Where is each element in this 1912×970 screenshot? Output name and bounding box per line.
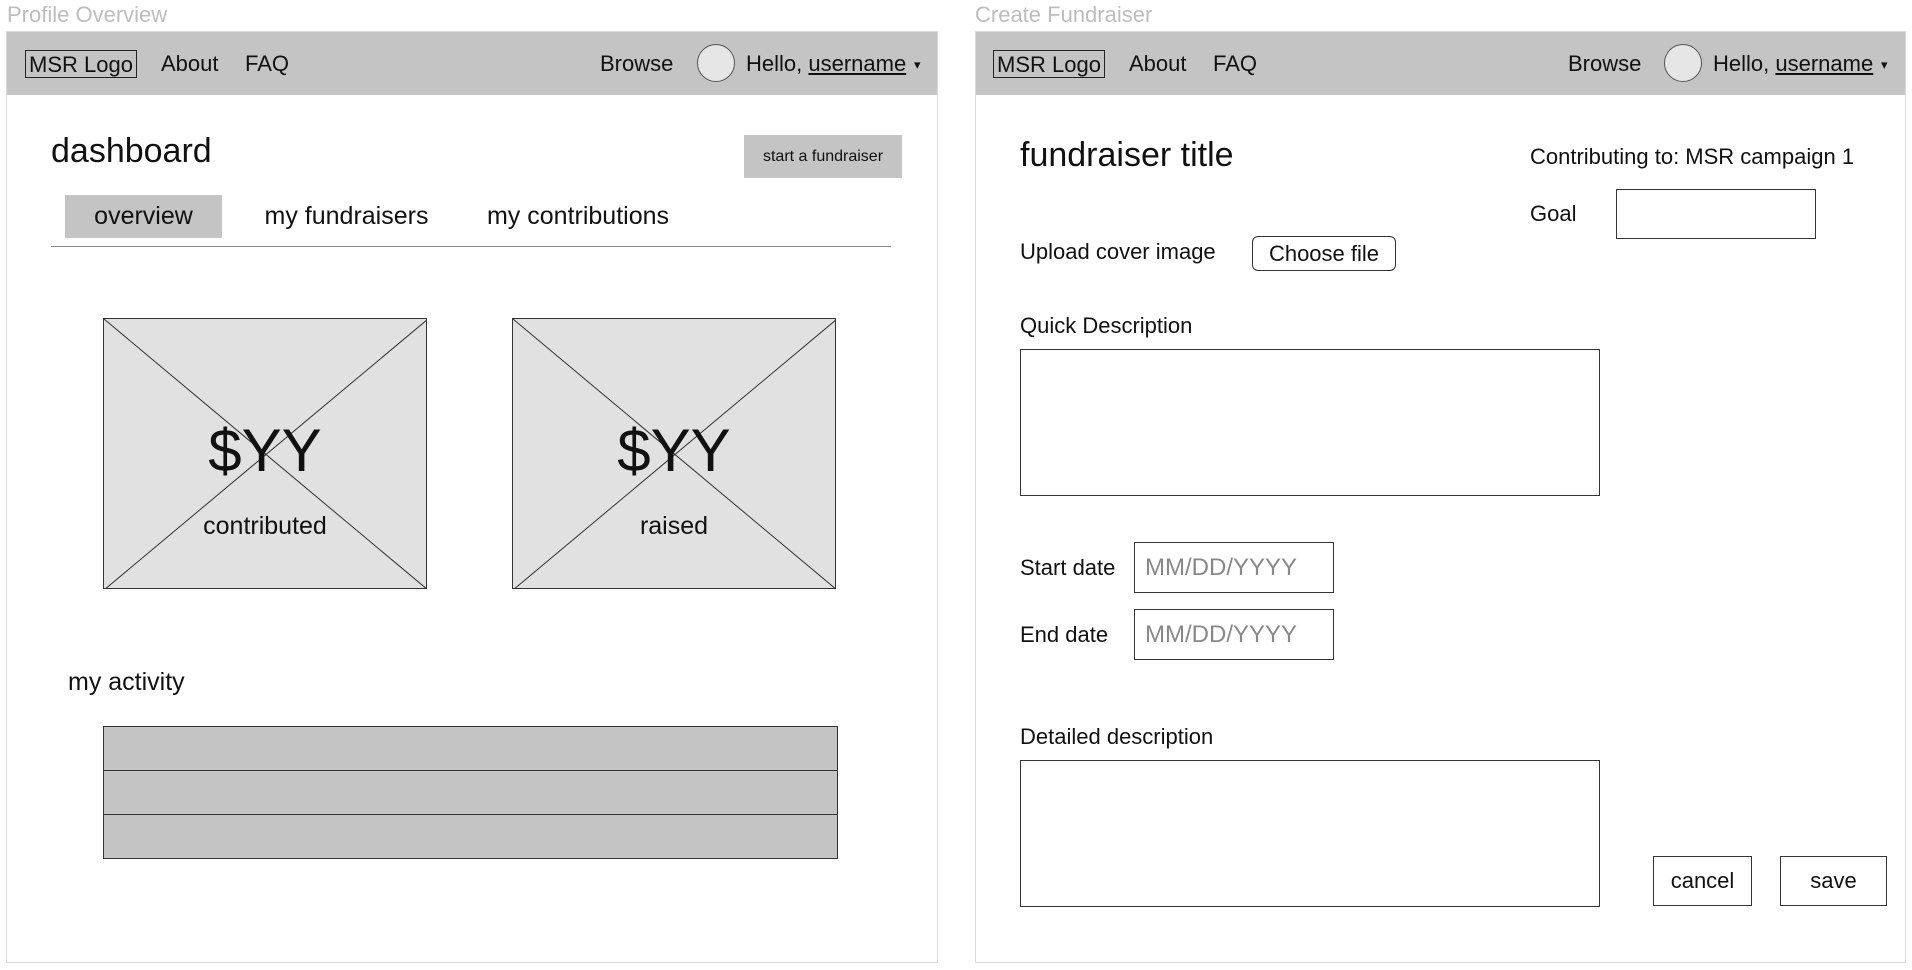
end-date-label: End date bbox=[1020, 622, 1109, 647]
upload-cover-label: Upload cover image bbox=[1020, 239, 1216, 264]
nav-link-browse[interactable]: Browse bbox=[1568, 51, 1641, 77]
quick-description-textarea[interactable] bbox=[1020, 349, 1600, 496]
detailed-description-textarea[interactable] bbox=[1020, 760, 1600, 907]
nav-link-faq[interactable]: FAQ bbox=[245, 51, 289, 77]
choose-file-button[interactable]: Choose file bbox=[1252, 236, 1396, 271]
navbar: MSR Logo About FAQ Browse Hello, usernam… bbox=[976, 32, 1905, 95]
avatar[interactable] bbox=[697, 44, 735, 82]
nav-link-about[interactable]: About bbox=[1129, 51, 1187, 77]
contributing-to-text: Contributing to: MSR campaign 1 bbox=[1530, 144, 1855, 169]
profile-overview-frame: MSR Logo About FAQ Browse Hello, usernam… bbox=[6, 31, 938, 963]
logo[interactable]: MSR Logo bbox=[25, 50, 137, 78]
create-fundraiser-frame: MSR Logo About FAQ Browse Hello, usernam… bbox=[975, 31, 1906, 963]
goal-input[interactable] bbox=[1616, 189, 1816, 239]
list-item[interactable] bbox=[104, 815, 837, 859]
contributed-label: contributed bbox=[203, 512, 327, 540]
username-link[interactable]: username bbox=[1775, 51, 1873, 76]
chevron-down-icon[interactable]: ▾ bbox=[1881, 54, 1888, 76]
user-menu[interactable]: Hello, username bbox=[746, 51, 906, 77]
start-date-label: Start date bbox=[1020, 555, 1116, 580]
navbar: MSR Logo About FAQ Browse Hello, usernam… bbox=[7, 32, 937, 95]
nav-link-faq[interactable]: FAQ bbox=[1213, 51, 1257, 77]
tabs-divider bbox=[51, 246, 891, 247]
frame-caption-profile: Profile Overview bbox=[7, 2, 168, 27]
raised-amount: $YY bbox=[617, 417, 731, 484]
greeting-text: Hello, bbox=[1713, 51, 1770, 76]
greeting-text: Hello, bbox=[746, 51, 803, 76]
save-button[interactable]: save bbox=[1780, 856, 1887, 906]
tab-overview[interactable]: overview bbox=[65, 195, 222, 238]
fundraiser-title[interactable]: fundraiser title bbox=[1020, 136, 1234, 175]
frame-caption-create: Create Fundraiser bbox=[975, 2, 1153, 27]
quick-description-label: Quick Description bbox=[1020, 313, 1193, 338]
nav-link-about[interactable]: About bbox=[161, 51, 219, 77]
start-date-input[interactable] bbox=[1134, 542, 1334, 593]
activity-list bbox=[103, 726, 838, 859]
tab-my-contributions[interactable]: my contributions bbox=[480, 195, 676, 238]
page-title: dashboard bbox=[51, 132, 212, 170]
raised-stat-card: $YY raised bbox=[512, 318, 836, 589]
start-fundraiser-button[interactable]: start a fundraiser bbox=[744, 135, 902, 178]
tab-my-fundraisers[interactable]: my fundraisers bbox=[259, 195, 434, 238]
user-menu[interactable]: Hello, username bbox=[1713, 51, 1873, 77]
contributed-stat-card: $YY contributed bbox=[103, 318, 427, 589]
chevron-down-icon[interactable]: ▾ bbox=[914, 54, 921, 76]
list-item[interactable] bbox=[104, 771, 837, 815]
contributed-amount: $YY bbox=[208, 417, 322, 484]
detailed-description-label: Detailed description bbox=[1020, 724, 1214, 749]
nav-link-browse[interactable]: Browse bbox=[600, 51, 673, 77]
activity-heading: my activity bbox=[68, 668, 185, 696]
avatar[interactable] bbox=[1664, 44, 1702, 82]
raised-label: raised bbox=[639, 512, 709, 540]
cancel-button[interactable]: cancel bbox=[1653, 856, 1752, 906]
goal-label: Goal bbox=[1530, 201, 1577, 226]
username-link[interactable]: username bbox=[808, 51, 906, 76]
end-date-input[interactable] bbox=[1134, 609, 1334, 660]
logo[interactable]: MSR Logo bbox=[993, 50, 1105, 78]
list-item[interactable] bbox=[104, 727, 837, 771]
